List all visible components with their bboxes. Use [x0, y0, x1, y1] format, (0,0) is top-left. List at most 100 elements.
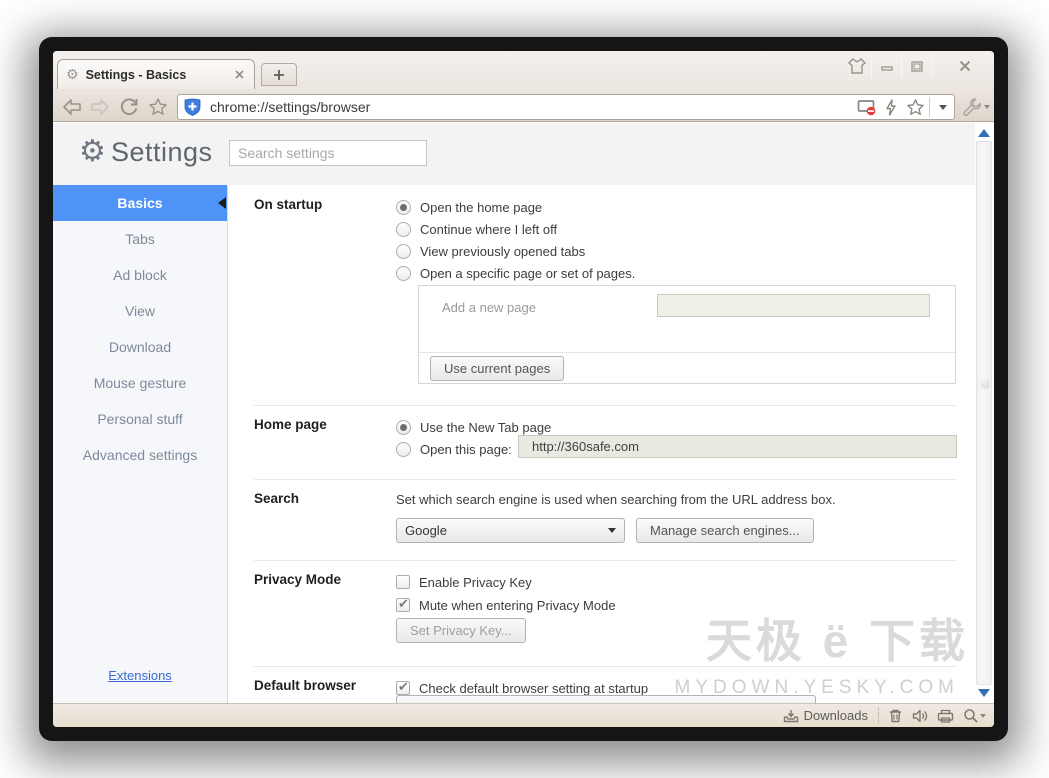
radio-use-new-tab-page[interactable]: Use the New Tab page — [396, 418, 551, 436]
bookmark-star-button[interactable] — [145, 94, 171, 120]
extensions-link[interactable]: Extensions — [53, 668, 227, 683]
settings-content: ⚙ Settings Basics Tabs Ad block View Dow… — [53, 123, 994, 703]
speaker-icon — [912, 709, 928, 723]
zoom-button[interactable] — [963, 708, 986, 723]
reload-button[interactable] — [116, 94, 142, 120]
radio-icon[interactable] — [396, 222, 411, 237]
manage-search-engines-button[interactable]: Manage search engines... — [636, 518, 814, 543]
section-divider — [254, 405, 956, 406]
radio-label: Use the New Tab page — [420, 420, 551, 435]
radio-icon[interactable] — [396, 442, 411, 457]
scrollbar-track[interactable] — [976, 141, 992, 685]
url-text[interactable]: chrome://settings/browser — [210, 99, 855, 115]
title-bar[interactable]: ⚙ Settings - Basics — [53, 51, 994, 122]
radio-open-this-page[interactable]: Open this page: — [396, 440, 512, 458]
section-label-default-browser: Default browser — [254, 678, 356, 693]
radio-label: Open the home page — [420, 200, 542, 215]
selected-notch-icon — [218, 197, 226, 209]
settings-gear-icon: ⚙ — [79, 134, 106, 169]
address-bar-divider — [929, 97, 930, 117]
new-tab-button[interactable] — [261, 63, 297, 86]
tab-close-icon[interactable] — [232, 68, 246, 82]
checkbox-mute-privacy-mode[interactable]: Mute when entering Privacy Mode — [396, 596, 616, 614]
statusbar-divider — [878, 708, 879, 723]
sidebar-item-basics[interactable]: Basics — [53, 185, 227, 221]
make-default-button-partial[interactable] — [396, 695, 816, 703]
sidebar-item-label: View — [125, 303, 155, 319]
radio-view-previous-tabs[interactable]: View previously opened tabs — [396, 242, 585, 260]
favorite-star-icon[interactable] — [903, 96, 927, 118]
print-button[interactable] — [937, 709, 954, 723]
browser-window: ⚙ Settings - Basics — [53, 51, 994, 727]
forward-button[interactable] — [87, 94, 113, 120]
radio-icon[interactable] — [396, 200, 411, 215]
close-window-button[interactable] — [950, 54, 980, 78]
scrollbar-thumb[interactable] — [981, 380, 990, 389]
home-page-url-input[interactable] — [518, 435, 957, 458]
checkbox-icon[interactable] — [396, 681, 410, 695]
printer-icon — [937, 709, 954, 723]
scrollbar[interactable] — [975, 123, 994, 703]
section-label-home-page: Home page — [254, 417, 327, 432]
add-new-page-input[interactable] — [657, 294, 930, 317]
trash-button[interactable] — [888, 708, 903, 723]
radio-open-specific-pages[interactable]: Open a specific page or set of pages. — [396, 264, 635, 282]
use-current-pages-button[interactable]: Use current pages — [430, 356, 564, 381]
sidebar-item-label: Advanced settings — [83, 447, 197, 463]
search-engine-select[interactable]: Google — [396, 518, 625, 543]
radio-open-home-page[interactable]: Open the home page — [396, 198, 542, 216]
address-dropdown-button[interactable] — [932, 96, 954, 118]
settings-gear-favicon-icon: ⚙ — [66, 67, 79, 83]
downloads-button[interactable]: Downloads — [783, 708, 868, 723]
checkbox-icon[interactable] — [396, 575, 410, 589]
pages-box-divider — [419, 352, 955, 353]
radio-icon[interactable] — [396, 420, 411, 435]
checkbox-icon[interactable] — [396, 598, 410, 612]
settings-sidebar: Basics Tabs Ad block View Download Mouse… — [53, 185, 228, 703]
trash-icon — [888, 708, 903, 723]
skin-theme-button[interactable] — [842, 54, 872, 78]
page-title: Settings — [111, 137, 213, 168]
scroll-up-icon[interactable] — [978, 129, 990, 137]
sidebar-item-tabs[interactable]: Tabs — [53, 221, 227, 257]
sidebar-item-label: Tabs — [125, 231, 155, 247]
mute-button[interactable] — [912, 709, 928, 723]
tab-settings-basics[interactable]: ⚙ Settings - Basics — [57, 59, 255, 89]
tab-title: Settings - Basics — [86, 68, 232, 82]
sidebar-item-personal-stuff[interactable]: Personal stuff — [53, 401, 227, 437]
checkbox-enable-privacy-key[interactable]: Enable Privacy Key — [396, 573, 532, 591]
radio-label: View previously opened tabs — [420, 244, 585, 259]
sidebar-item-label: Download — [109, 339, 171, 355]
radio-icon[interactable] — [396, 266, 411, 281]
page-header: ⚙ Settings — [53, 123, 975, 185]
radio-icon[interactable] — [396, 244, 411, 259]
address-bar[interactable]: chrome://settings/browser — [177, 94, 955, 120]
wrench-menu-button[interactable] — [961, 94, 991, 120]
search-settings-input[interactable] — [229, 140, 427, 166]
radio-continue-left-off[interactable]: Continue where I left off — [396, 220, 557, 238]
lightning-icon[interactable] — [879, 96, 903, 118]
radio-label: Open a specific page or set of pages. — [420, 266, 635, 281]
site-shield-icon[interactable] — [184, 98, 201, 116]
maximize-button[interactable] — [902, 54, 932, 78]
screenshot-blocked-icon[interactable] — [855, 96, 879, 118]
sidebar-item-label: Personal stuff — [97, 411, 182, 427]
search-engine-selected-value: Google — [405, 523, 447, 538]
sidebar-item-mouse-gesture[interactable]: Mouse gesture — [53, 365, 227, 401]
sidebar-item-advanced-settings[interactable]: Advanced settings — [53, 437, 227, 473]
section-divider — [254, 666, 956, 667]
add-new-page-label: Add a new page — [442, 300, 536, 315]
sidebar-item-ad-block[interactable]: Ad block — [53, 257, 227, 293]
status-bar: Downloads — [53, 703, 994, 727]
scroll-down-icon[interactable] — [978, 689, 990, 697]
zoom-magnifier-icon — [963, 708, 978, 723]
set-privacy-key-button[interactable]: Set Privacy Key... — [396, 618, 526, 643]
minimize-button[interactable] — [872, 54, 902, 78]
sidebar-item-view[interactable]: View — [53, 293, 227, 329]
sidebar-item-download[interactable]: Download — [53, 329, 227, 365]
section-label-on-startup: On startup — [254, 197, 322, 212]
sidebar-item-label: Ad block — [113, 267, 167, 283]
downloads-icon — [783, 709, 799, 723]
back-button[interactable] — [59, 94, 85, 120]
search-description: Set which search engine is used when sea… — [396, 492, 836, 507]
